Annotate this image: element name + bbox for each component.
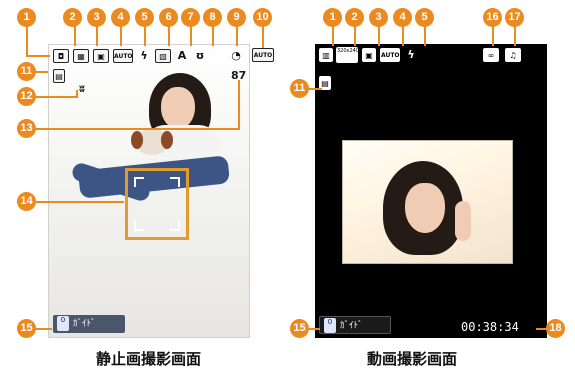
callout-badge-5: 5 — [135, 8, 154, 27]
callout-badge-10: 10 — [253, 8, 272, 27]
callout-badge-11: 11 — [290, 79, 309, 98]
video-preview — [342, 140, 513, 264]
zero-key-icon: 0 — [57, 316, 69, 331]
callout-line — [28, 201, 124, 203]
callout-line — [76, 90, 78, 98]
guide-button[interactable]: 0 ｶﾞｲﾄﾞ — [53, 315, 125, 333]
callout-line — [74, 26, 76, 46]
callout-line — [120, 26, 122, 46]
image-size-icon: ▦ — [73, 49, 89, 63]
callout-line — [26, 26, 28, 56]
sound-icon: ♫ — [505, 48, 521, 62]
callout-badge-14: 14 — [17, 192, 36, 211]
focus-frame — [125, 168, 189, 240]
callout-badge-13: 13 — [17, 119, 36, 138]
callout-badge-4: 4 — [111, 8, 130, 27]
flash-off-icon: ϟ — [140, 49, 148, 62]
callout-line — [332, 26, 334, 46]
callout-line — [190, 26, 192, 46]
callout-line — [26, 55, 50, 57]
callout-line — [238, 80, 240, 130]
camera-mode-icon: ◘ — [53, 49, 69, 63]
quality-icon: ▣ — [93, 49, 109, 63]
callout-badge-5: 5 — [415, 8, 434, 27]
callout-line — [96, 26, 98, 46]
callout-line — [514, 26, 516, 46]
callout-badge-6: 6 — [159, 8, 178, 27]
video-screen-caption: 動画撮影画面 — [367, 350, 458, 368]
callout-badge-8: 8 — [203, 8, 222, 27]
self-timer-icon: ◔ — [231, 49, 241, 62]
focus-corner — [170, 221, 180, 231]
white-balance-auto-icon: AUTO — [380, 48, 400, 62]
callout-badge-11: 11 — [17, 62, 36, 81]
callout-badge-3: 3 — [369, 8, 388, 27]
callout-badge-16: 16 — [483, 8, 502, 27]
callout-line — [212, 26, 214, 46]
callout-line — [402, 26, 404, 46]
callout-badge-15: 15 — [17, 319, 36, 338]
callout-badge-4: 4 — [393, 8, 412, 27]
flash-off-icon: ϟ — [407, 48, 415, 61]
callout-badge-1: 1 — [17, 8, 36, 27]
photo-dog-ear — [161, 131, 173, 149]
video-size-icon: 320x240 — [336, 47, 359, 63]
still-screen-caption: 静止画撮影画面 — [96, 350, 202, 368]
storage-auto-icon: AUTO — [252, 48, 274, 62]
callout-line — [492, 26, 494, 46]
still-image-screen: ◘ ▦ ▣ AUTO ϟ ▧ A ʊ ◔ AUTO ▤ ʬ 87 0 ｶﾞｲﾄﾞ — [48, 44, 250, 338]
callout-line — [536, 328, 546, 330]
callout-badge-12: 12 — [17, 87, 36, 106]
guide-button[interactable]: 0 ｶﾞｲﾄﾞ — [319, 316, 391, 334]
guide-label: ｶﾞｲﾄﾞ — [340, 321, 363, 331]
white-balance-auto-icon: AUTO — [113, 49, 133, 63]
focus-corner — [134, 221, 144, 231]
callout-badge-7: 7 — [181, 8, 200, 27]
callout-line — [144, 26, 146, 46]
callout-line — [168, 26, 170, 46]
exposure-icon: A — [177, 49, 187, 62]
focus-corner — [134, 177, 144, 187]
callout-badge-15: 15 — [290, 319, 309, 338]
quality-icon: ▣ — [362, 48, 376, 62]
photo-subject-face — [161, 87, 195, 129]
recording-time: 00:38:34 — [461, 320, 519, 334]
memory-icon: ▤ — [53, 69, 65, 83]
callout-badge-1: 1 — [323, 8, 342, 27]
callout-line — [354, 26, 356, 46]
video-screen: ▥ 320x240 ▣ AUTO ϟ ∞ ♫ ▤ 00:38:34 0 ｶﾞｲﾄ… — [315, 44, 547, 338]
record-mode-icon: ∞ — [483, 48, 499, 62]
zero-key-icon: 0 — [324, 318, 336, 333]
callout-line — [262, 26, 264, 48]
callout-line — [378, 26, 380, 46]
callout-line — [236, 26, 238, 46]
scene-icon: ▧ — [155, 49, 171, 63]
photo-dog-ear — [131, 131, 143, 149]
callout-badge-18: 18 — [546, 319, 565, 338]
callout-line — [28, 128, 238, 130]
callout-badge-2: 2 — [63, 8, 82, 27]
callout-badge-2: 2 — [345, 8, 364, 27]
video-mode-icon: ▥ — [319, 48, 333, 62]
guide-label: ｶﾞｲﾄﾞ — [73, 319, 96, 329]
callout-badge-3: 3 — [87, 8, 106, 27]
macro-icon: ʊ — [195, 49, 205, 62]
callout-badge-9: 9 — [227, 8, 246, 27]
callout-line — [424, 26, 426, 46]
photo-subject-face — [405, 183, 445, 233]
callout-badge-17: 17 — [505, 8, 524, 27]
focus-corner — [170, 177, 180, 187]
photo-subject-hand — [455, 201, 471, 241]
